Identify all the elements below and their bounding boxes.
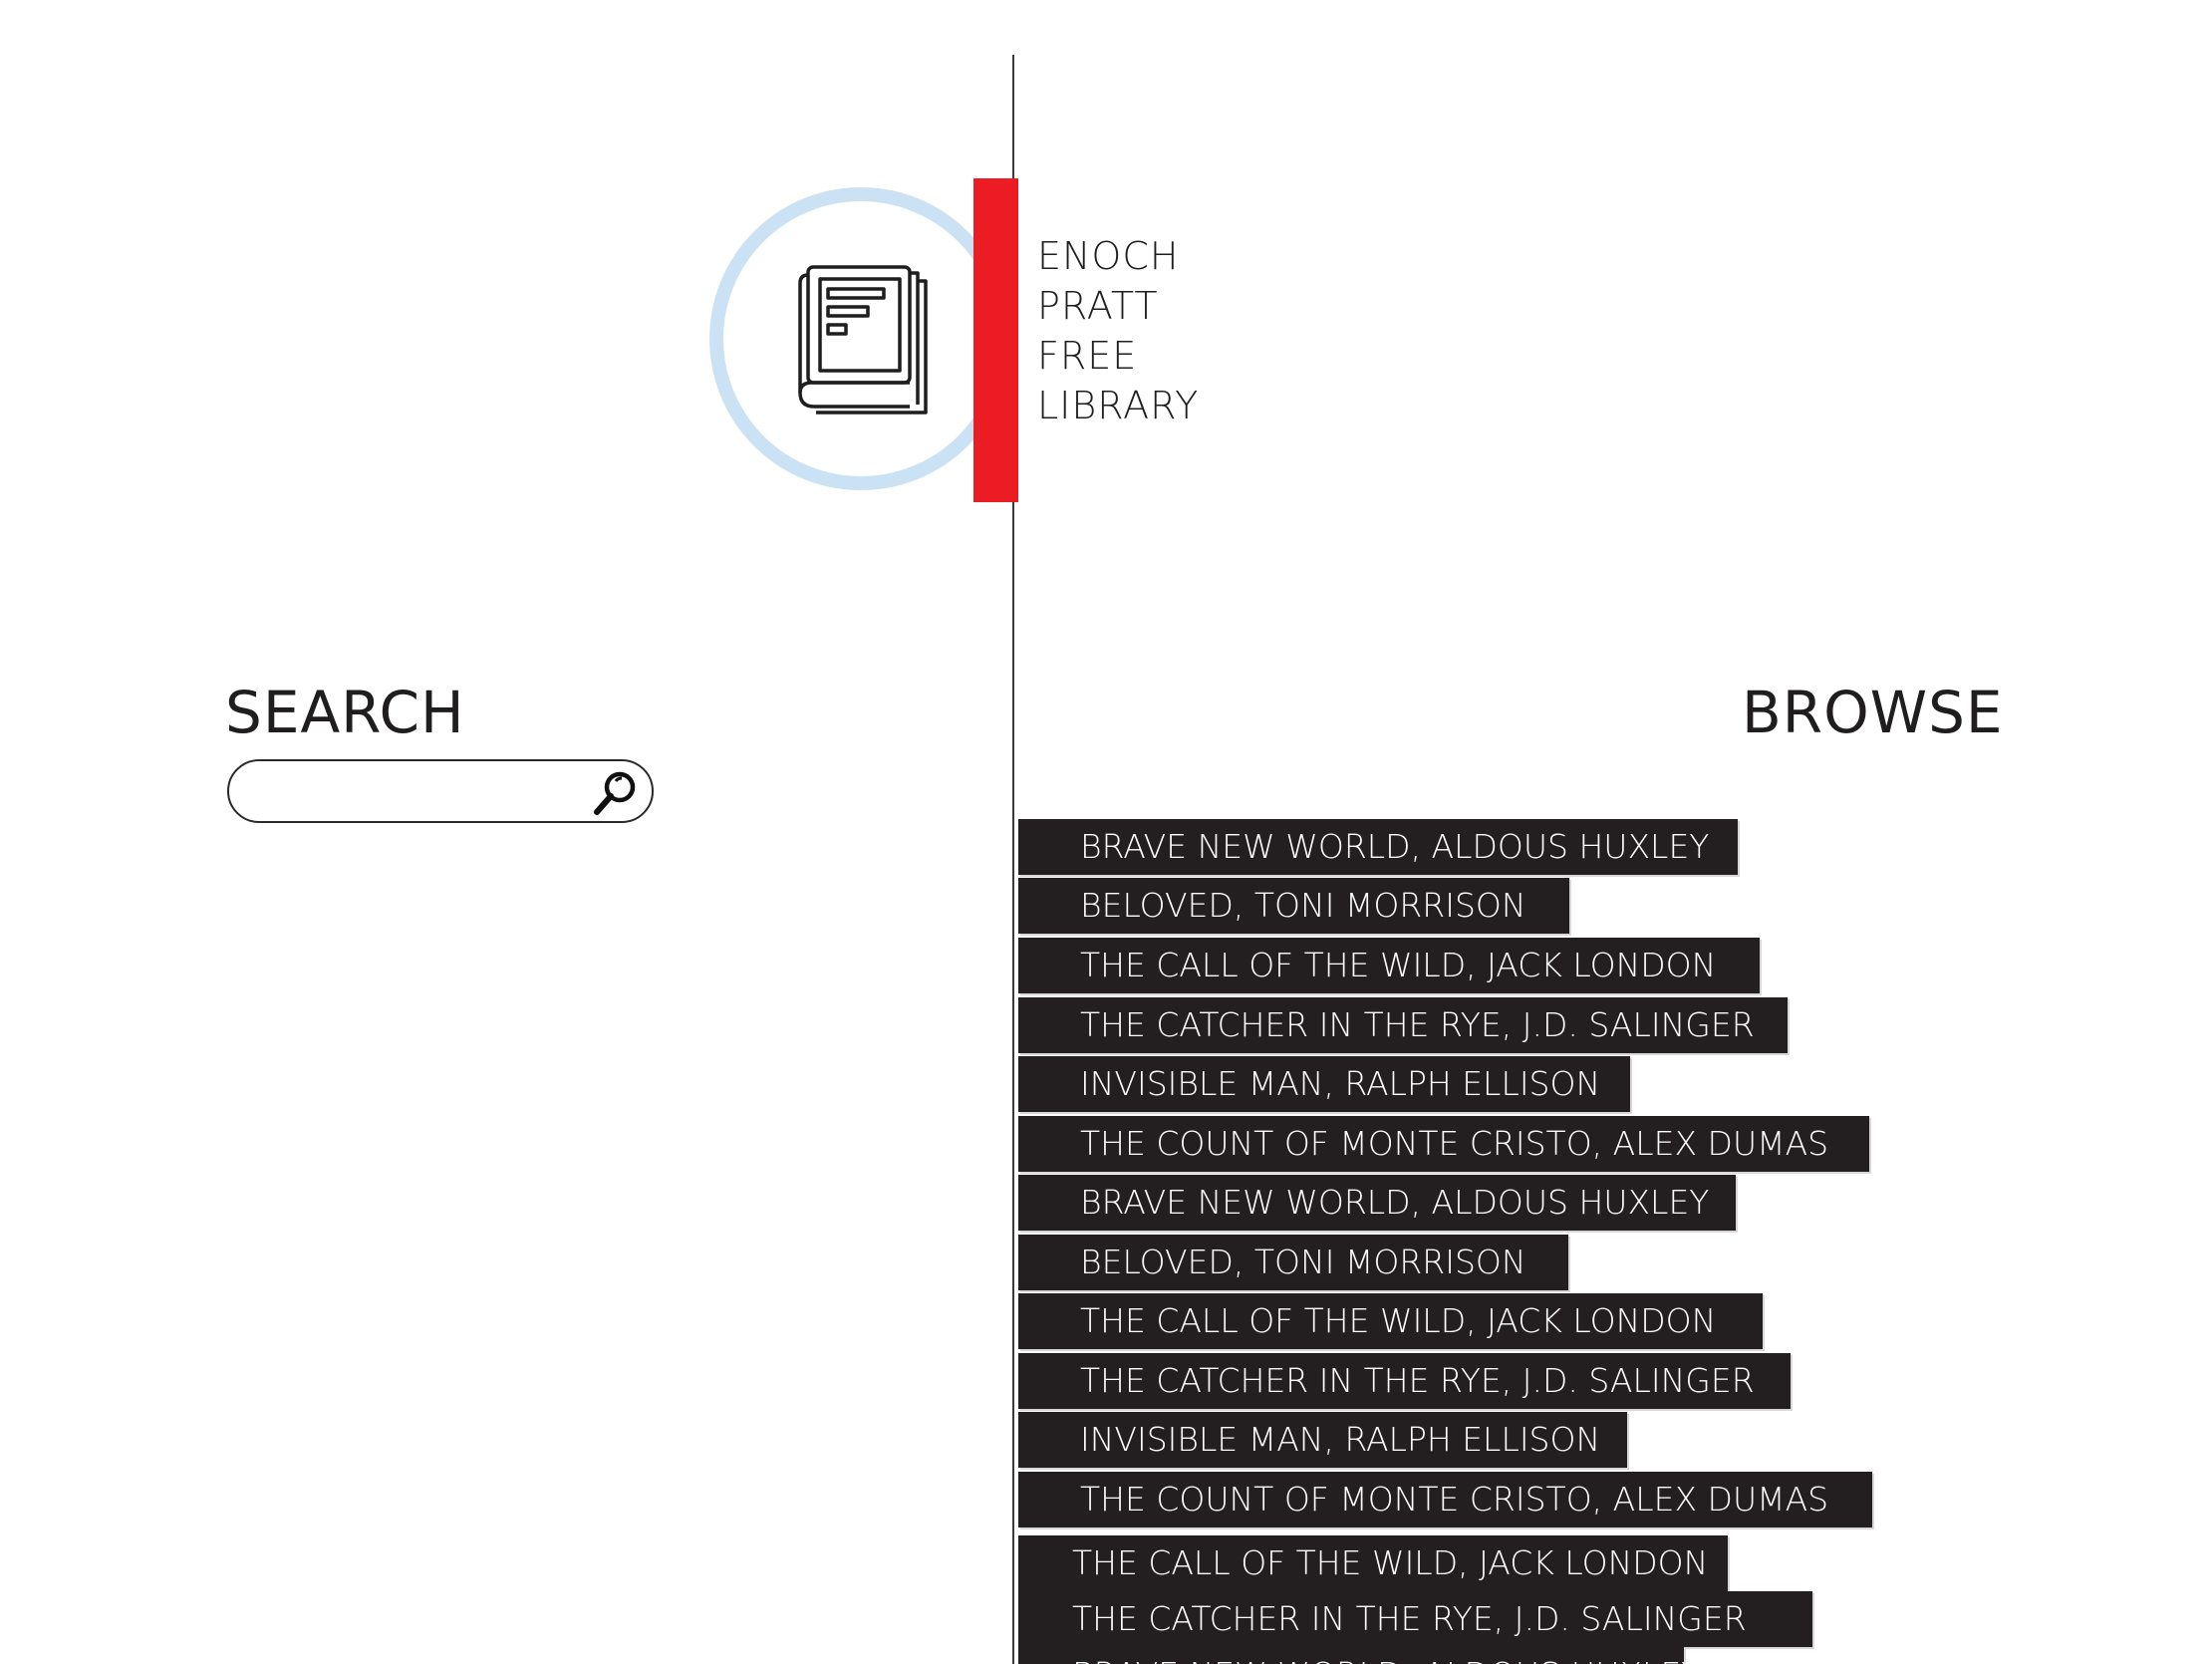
browse-list: BRAVE NEW WORLD, ALDOUS HUXLEY BELOVED, … [1018,815,2212,1664]
browse-item[interactable]: INVISIBLE MAN, RALPH ELLISON [1018,1056,1630,1112]
book-icon [798,265,928,415]
browse-item[interactable]: THE CATCHER IN THE RYE, J.D. SALINGER [1018,997,1788,1053]
browse-item[interactable]: BELOVED, TONI MORRISON [1018,1235,1568,1290]
library-name-line: LIBRARY [1037,384,1200,427]
browse-item[interactable]: THE CALL OF THE WILD, JACK LONDON [1018,1293,1763,1349]
browse-item[interactable]: THE CALL OF THE WILD, JACK LONDON [1018,938,1760,993]
browse-item[interactable]: BRAVE NEW WORLD, ALDOUS HUXLEY [1018,1175,1736,1231]
library-name-line: ENOCH [1037,234,1180,278]
browse-item[interactable]: INVISIBLE MAN, RALPH ELLISON [1018,1412,1627,1468]
browse-item[interactable]: BELOVED, TONI MORRISON [1018,878,1569,934]
browse-item[interactable]: THE COUNT OF MONTE CRISTO, ALEX DUMAS [1018,1472,1872,1527]
browse-item[interactable]: THE CATCHER IN THE RYE, J.D. SALINGER [1018,1353,1791,1409]
library-name-line: PRATT [1037,284,1159,328]
search-heading: SEARCH [225,679,465,746]
magnifier-icon [594,771,636,815]
browse-item[interactable]: BRAVE NEW WORLD, ALDOUS HUXLEY [1018,819,1738,875]
search-button[interactable] [590,767,642,819]
library-name-line: FREE [1037,334,1138,378]
accent-bar [973,178,1018,502]
search-input[interactable] [249,771,582,813]
search-bar [227,759,654,823]
browse-item[interactable]: THE CALL OF THE WILD, JACK LONDON [1018,1535,1728,1591]
library-name: ENOCH PRATT FREE LIBRARY [1037,231,1199,430]
browse-item[interactable]: THE COUNT OF MONTE CRISTO, ALEX DUMAS [1018,1116,1869,1172]
browse-item[interactable]: THE CATCHER IN THE RYE, J.D. SALINGER [1018,1591,1812,1647]
browse-item[interactable]: BRAVE NEW WORLD, ALDOUS HUXLEY [1018,1647,1701,1664]
browse-heading: BROWSE [1742,679,2004,746]
